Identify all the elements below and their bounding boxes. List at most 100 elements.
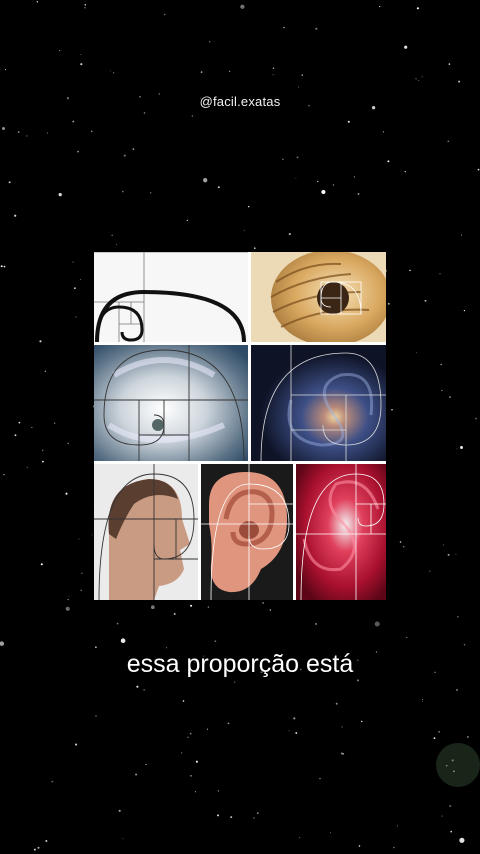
- star: [422, 700, 424, 702]
- star: [40, 563, 43, 566]
- star: [73, 287, 76, 290]
- star: [191, 115, 194, 117]
- star: [143, 112, 146, 114]
- star: [68, 596, 70, 598]
- star: [190, 775, 192, 777]
- star: [262, 602, 264, 604]
- star: [424, 299, 427, 302]
- star: [463, 310, 465, 312]
- star: [37, 846, 40, 849]
- star: [458, 80, 461, 83]
- star: [209, 41, 211, 43]
- star: [448, 63, 451, 65]
- star: [347, 120, 350, 123]
- star: [190, 604, 193, 607]
- star: [26, 466, 28, 468]
- star: [353, 176, 355, 178]
- star: [0, 265, 3, 268]
- star: [65, 606, 70, 611]
- star: [447, 140, 449, 142]
- star: [227, 722, 230, 725]
- star: [135, 773, 138, 776]
- star: [217, 814, 219, 817]
- star: [463, 643, 466, 646]
- star: [356, 679, 360, 682]
- star: [240, 4, 245, 9]
- star: [393, 846, 395, 849]
- spiral-galaxy-image: [251, 345, 386, 461]
- star: [456, 448, 458, 450]
- star: [256, 812, 259, 814]
- star: [3, 265, 6, 268]
- star: [59, 50, 61, 52]
- star: [404, 170, 406, 173]
- star: [203, 178, 208, 183]
- star: [118, 809, 121, 812]
- star: [14, 214, 17, 217]
- star: [173, 612, 176, 616]
- star: [440, 363, 442, 366]
- star: [80, 54, 82, 55]
- star: [433, 737, 436, 739]
- star: [0, 641, 5, 646]
- star: [243, 230, 245, 232]
- ear-image: [201, 464, 293, 600]
- star: [194, 791, 196, 793]
- star: [163, 13, 166, 16]
- star: [438, 731, 440, 733]
- rose-image: [296, 464, 386, 600]
- star: [109, 70, 111, 72]
- star: [14, 434, 17, 437]
- star: [450, 830, 453, 833]
- star: [455, 553, 457, 555]
- star: [399, 541, 402, 543]
- star: [296, 156, 299, 159]
- star: [441, 815, 443, 817]
- star: [91, 130, 93, 132]
- star: [116, 243, 118, 245]
- star: [299, 837, 301, 839]
- star: [422, 699, 423, 701]
- star: [75, 316, 77, 318]
- star: [396, 825, 398, 827]
- star: [340, 752, 343, 755]
- star: [122, 837, 124, 840]
- star: [195, 760, 198, 763]
- star: [416, 7, 419, 10]
- star: [75, 743, 78, 746]
- star: [460, 446, 463, 449]
- star: [132, 148, 135, 150]
- star: [42, 460, 44, 463]
- star: [187, 736, 189, 738]
- star: [357, 192, 360, 195]
- nautilus-shell-image: [251, 252, 386, 342]
- star: [295, 732, 298, 734]
- star: [295, 177, 297, 179]
- star: [120, 638, 126, 643]
- star: [332, 184, 335, 186]
- star: [47, 132, 48, 134]
- hurricane-image: [94, 345, 248, 461]
- star: [418, 79, 420, 81]
- star: [272, 74, 274, 76]
- star: [150, 605, 155, 610]
- star: [42, 449, 44, 451]
- star: [293, 717, 296, 720]
- star: [253, 817, 255, 819]
- star: [475, 417, 477, 420]
- star: [80, 279, 81, 280]
- star: [315, 27, 318, 30]
- star: [116, 622, 119, 625]
- star: [18, 421, 21, 424]
- star: [91, 534, 93, 536]
- star: [456, 689, 458, 691]
- star: [36, 1, 38, 3]
- star: [111, 234, 113, 236]
- golden-spiral-diagram-image: [94, 252, 248, 342]
- star: [65, 492, 68, 495]
- star: [33, 848, 36, 851]
- star: [145, 763, 147, 765]
- star: [335, 702, 338, 705]
- star: [17, 131, 20, 133]
- star: [84, 3, 87, 6]
